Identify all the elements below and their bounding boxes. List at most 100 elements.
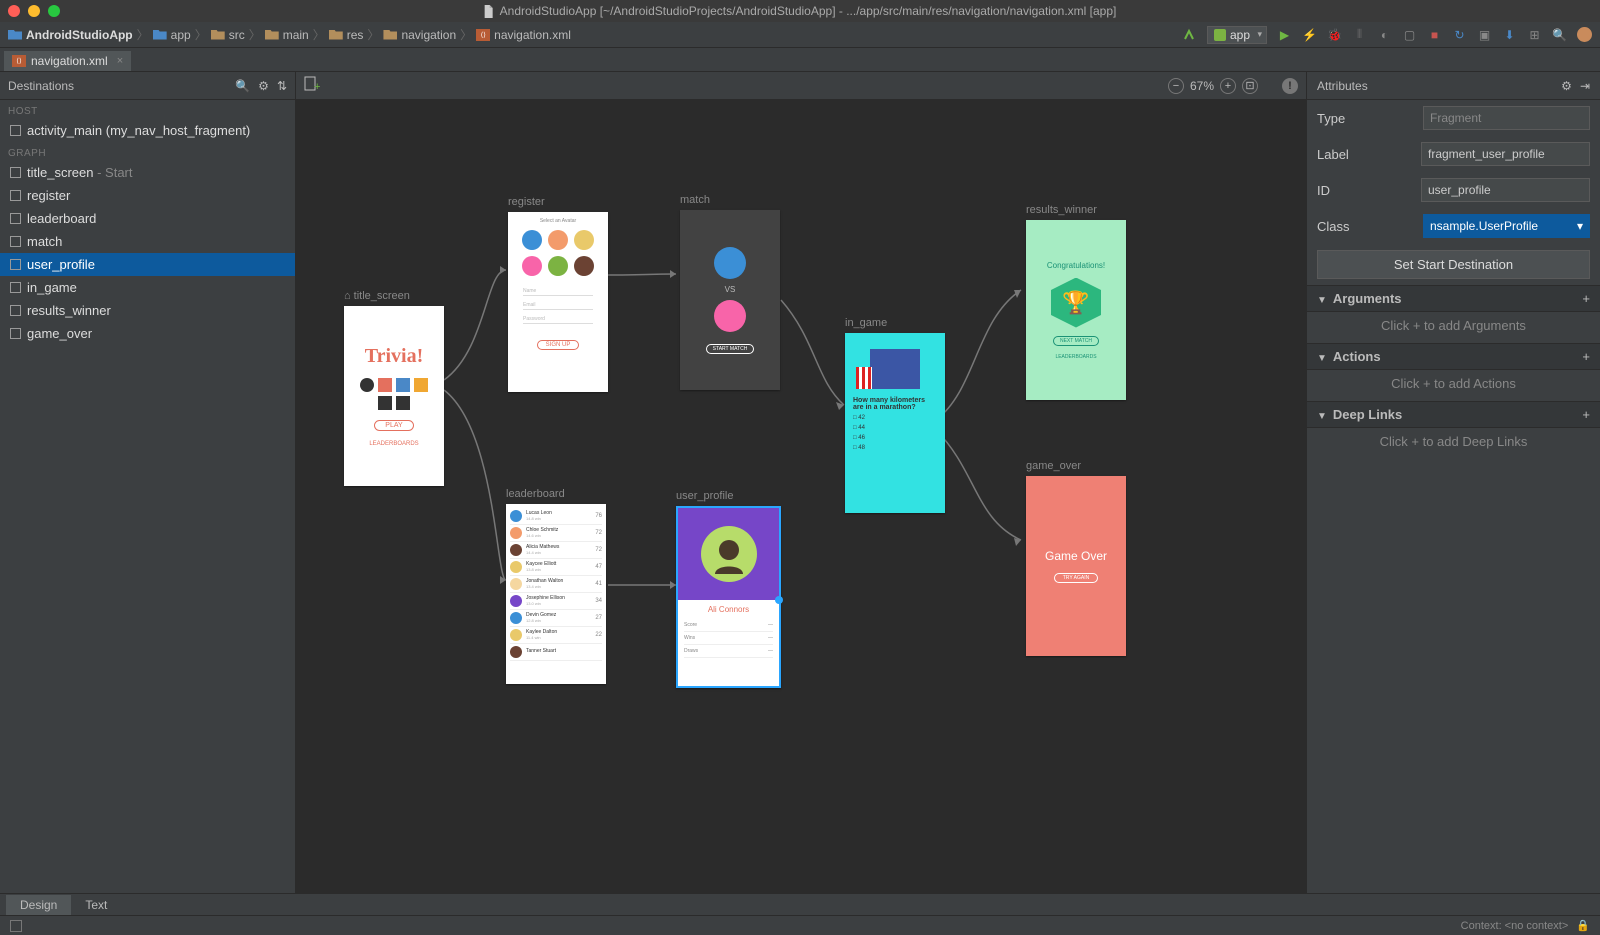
tv-icon [870, 349, 920, 389]
stop-icon[interactable]: ■ [1427, 27, 1442, 42]
gear-icon[interactable]: ⚙ [258, 79, 269, 93]
layout-icon [10, 328, 21, 339]
window-title: AndroidStudioApp [~/AndroidStudioProject… [484, 4, 1117, 18]
class-dropdown[interactable]: nsample.UserProfile [1423, 214, 1590, 238]
add-icon[interactable]: + [1582, 407, 1590, 422]
host-section-label: HOST [0, 100, 295, 119]
breadcrumb-toolbar: AndroidStudioApp〉 app〉 src〉 main〉 res〉 n… [0, 22, 1600, 48]
dest-register[interactable]: register [0, 184, 295, 207]
tool-window-icon[interactable] [10, 920, 22, 932]
dest-game-over[interactable]: game_over [0, 322, 295, 345]
tab-navigation-xml[interactable]: ⟨⟩ navigation.xml × [4, 51, 131, 71]
gear-icon[interactable]: ⚙ [1561, 79, 1572, 93]
profiler-icon[interactable]: ⫴ [1352, 27, 1367, 42]
destinations-title: Destinations [8, 79, 74, 93]
node-results-winner[interactable]: results_winner Congratulations! 🏆 NEXT M… [1026, 204, 1126, 400]
apply-changes-icon[interactable]: ⚡ [1302, 27, 1317, 42]
layout-icon [10, 125, 21, 136]
search-icon[interactable]: 🔍 [235, 79, 250, 93]
list-item: Devin Gomez12.8 win27 [510, 610, 602, 627]
host-item[interactable]: activity_main (my_nav_host_fragment) [0, 119, 295, 142]
layout-icon [10, 167, 21, 178]
list-item: Josephine Ellison13.0 win34 [510, 593, 602, 610]
home-icon: ⌂ [344, 290, 351, 302]
nav-editor-canvas[interactable]: + − 67% + ⊡ ! ⌂title [296, 72, 1306, 893]
context-label[interactable]: Context: <no context> [1461, 920, 1569, 932]
avatar-icon [714, 247, 746, 279]
status-bar: Context: <no context> 🔒 [0, 915, 1600, 935]
android-icon [1214, 29, 1226, 41]
lock-icon[interactable]: 🔒 [1576, 919, 1590, 932]
node-register[interactable]: register Select an Avatar Name Email Pas… [508, 196, 608, 392]
xml-file-icon: ⟨⟩ [476, 29, 490, 41]
gauge-icon[interactable]: ◐ [1377, 27, 1392, 42]
add-destination-icon[interactable]: + [304, 76, 320, 95]
zoom-in-icon[interactable]: + [1220, 78, 1236, 94]
avatar-icon[interactable] [1577, 27, 1592, 42]
editor-tabs: ⟨⟩ navigation.xml × [0, 48, 1600, 72]
action-handle[interactable] [775, 596, 783, 604]
minimize-window[interactable] [28, 5, 40, 17]
dest-title-screen[interactable]: title_screen - Start [0, 161, 295, 184]
sync-icon[interactable] [1182, 27, 1197, 42]
dest-results-winner[interactable]: results_winner [0, 299, 295, 322]
list-item: Chloe Schmitz14.6 win72 [510, 525, 602, 542]
arguments-section[interactable]: ▼Arguments+ [1307, 285, 1600, 312]
sort-icon[interactable]: ⇅ [277, 79, 287, 93]
layout-icon [10, 259, 21, 270]
avatar-icon [714, 300, 746, 332]
node-user-profile[interactable]: user_profile Ali Connors Score— Wins— Dr… [676, 490, 781, 688]
breadcrumb[interactable]: AndroidStudioApp〉 app〉 src〉 main〉 res〉 n… [8, 26, 571, 43]
dest-match[interactable]: match [0, 230, 295, 253]
minimize-icon[interactable]: ⇥ [1580, 79, 1590, 93]
layout-icon [10, 190, 21, 201]
tab-text[interactable]: Text [71, 895, 121, 915]
avd-icon[interactable]: ▣ [1477, 27, 1492, 42]
destinations-panel: Destinations 🔍 ⚙ ⇅ HOST activity_main (m… [0, 72, 296, 893]
zoom-level: 67% [1190, 79, 1214, 93]
type-field: Fragment [1423, 106, 1590, 130]
warnings-icon[interactable]: ! [1282, 78, 1298, 94]
search-icon[interactable]: 🔍 [1552, 27, 1567, 42]
actions-section[interactable]: ▼Actions+ [1307, 343, 1600, 370]
dest-user-profile[interactable]: user_profile [0, 253, 295, 276]
zoom-out-icon[interactable]: − [1168, 78, 1184, 94]
sync-project-icon[interactable]: ↻ [1452, 27, 1467, 42]
set-start-destination-button[interactable]: Set Start Destination [1317, 250, 1590, 279]
node-leaderboard[interactable]: leaderboard Lucas Leon14.8 win76Chloe Sc… [506, 488, 606, 684]
node-game-over[interactable]: game_over Game Over TRY AGAIN [1026, 460, 1126, 656]
list-item: Lucas Leon14.8 win76 [510, 508, 602, 525]
canvas-toolbar: + − 67% + ⊡ ! [296, 72, 1306, 100]
sdk-icon[interactable]: ⬇ [1502, 27, 1517, 42]
dest-in-game[interactable]: in_game [0, 276, 295, 299]
attributes-panel: Attributes ⚙ ⇥ TypeFragment Label ID Cla… [1306, 72, 1600, 893]
close-icon[interactable]: × [117, 55, 123, 67]
deeplinks-section[interactable]: ▼Deep Links+ [1307, 401, 1600, 428]
svg-text:+: + [314, 81, 320, 92]
label-field[interactable] [1421, 142, 1590, 166]
attributes-title: Attributes [1317, 79, 1368, 93]
layout-icon [10, 213, 21, 224]
zoom-fit-icon[interactable]: ⊡ [1242, 78, 1258, 94]
dest-leaderboard[interactable]: leaderboard [0, 207, 295, 230]
id-field[interactable] [1421, 178, 1590, 202]
node-match[interactable]: match VS START MATCH [680, 194, 780, 390]
add-icon[interactable]: + [1582, 291, 1590, 306]
run-icon[interactable]: ▶ [1277, 27, 1292, 42]
close-window[interactable] [8, 5, 20, 17]
structure-icon[interactable]: ⊞ [1527, 27, 1542, 42]
node-title-screen[interactable]: ⌂title_screen Trivia! PLAY LEADERBOARDS [344, 290, 444, 486]
window-titlebar: AndroidStudioApp [~/AndroidStudioProject… [0, 0, 1600, 22]
project-icon [8, 30, 22, 40]
graph-section-label: GRAPH [0, 142, 295, 161]
maximize-window[interactable] [48, 5, 60, 17]
xml-file-icon: ⟨⟩ [12, 55, 26, 67]
attach-icon[interactable]: ▢ [1402, 27, 1417, 42]
run-config-dropdown[interactable]: app [1207, 26, 1267, 44]
tab-design[interactable]: Design [6, 895, 71, 915]
badge-icon: 🏆 [1051, 278, 1101, 328]
debug-icon[interactable]: 🐞 [1327, 27, 1342, 42]
node-in-game[interactable]: in_game How many kilometers are in a mar… [845, 317, 945, 513]
avatar-icon [701, 526, 757, 582]
add-icon[interactable]: + [1582, 349, 1590, 364]
